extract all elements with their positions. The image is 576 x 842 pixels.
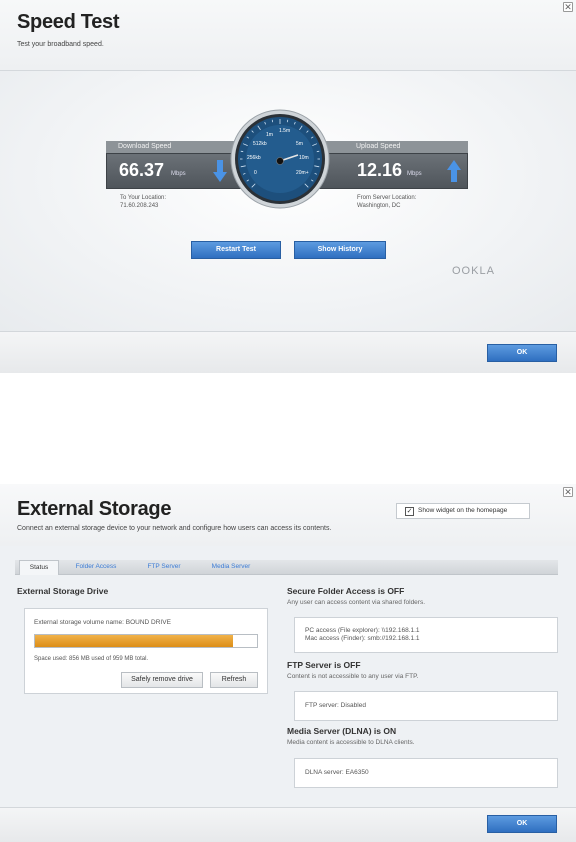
media-heading: Media Server (DLNA) is ON (287, 726, 396, 736)
download-meter: Download Speed 66.37 Mbps (106, 141, 242, 189)
ok-button[interactable]: OK (487, 344, 557, 362)
tab-media-server[interactable]: Media Server (201, 560, 261, 574)
page-title: External Storage (17, 498, 171, 521)
tab-status[interactable]: Status (19, 560, 59, 575)
download-value: 66.37 (119, 160, 164, 181)
external-storage-footer: OK (0, 807, 576, 842)
speed-test-panel: Speed Test Test your broadband speed. ✕ … (0, 0, 576, 372)
gauge-tick-label: 512kb (253, 141, 267, 147)
upload-location-label: From Server Location: (357, 194, 416, 202)
tab-bar: Status Folder Access FTP Server Media Se… (15, 560, 558, 575)
upload-label: Upload Speed (318, 141, 468, 153)
download-unit: Mbps (171, 171, 186, 177)
secure-folder-heading: Secure Folder Access is OFF (287, 586, 404, 596)
gauge-tick-label: 1.5m (279, 128, 290, 134)
dlna-server-text: DLNA server: EA6350 (305, 769, 369, 776)
page-subtitle: Connect an external storage device to yo… (17, 525, 331, 532)
speed-test-body: Download Speed 66.37 Mbps To Your Locati… (0, 71, 576, 331)
safely-remove-drive-button[interactable]: Safely remove drive (121, 672, 203, 688)
page-subtitle: Test your broadband speed. (17, 41, 104, 48)
gauge-tick-label: 5m (296, 141, 303, 147)
ftp-box: FTP server: Disabled (294, 691, 558, 721)
show-widget-label: Show widget on the homepage (418, 504, 507, 518)
external-storage-header: External Storage Connect an external sto… (0, 484, 576, 546)
page-title: Speed Test (17, 11, 119, 34)
mac-access-text: Mac access (Finder): smb://192.168.1.1 (305, 635, 420, 642)
gauge-tick-label: 10m (299, 155, 309, 161)
storage-progress-bar (34, 634, 258, 648)
drive-heading: External Storage Drive (17, 586, 108, 596)
upload-readout: 12.16 Mbps (318, 153, 468, 189)
show-widget-option[interactable]: ✓ Show widget on the homepage (396, 503, 530, 519)
pc-access-text: PC access (File explorer): \\192.168.1.1 (305, 627, 420, 634)
drive-info-box: External storage volume name: BOUND DRIV… (24, 608, 268, 694)
upload-unit: Mbps (407, 171, 422, 177)
download-location-value: 71.60.208.243 (120, 202, 166, 210)
ftp-heading: FTP Server is OFF (287, 660, 361, 670)
volume-name-text: External storage volume name: BOUND DRIV… (34, 619, 171, 626)
upload-location-value: Washington, DC (357, 202, 416, 210)
gauge-tick-label: 20m+ (296, 170, 309, 176)
close-icon[interactable]: ✕ (563, 2, 573, 12)
external-storage-panel: External Storage Connect an external sto… (0, 484, 576, 841)
download-location: To Your Location: 71.60.208.243 (120, 194, 166, 210)
restart-test-button[interactable]: Restart Test (191, 241, 281, 259)
upload-meter: Upload Speed 12.16 Mbps (318, 141, 468, 189)
tab-folder-access[interactable]: Folder Access (65, 560, 127, 574)
arrow-up-icon (447, 160, 461, 187)
tab-ftp-server[interactable]: FTP Server (135, 560, 193, 574)
media-box: DLNA server: EA6350 (294, 758, 558, 788)
secure-folder-box: PC access (File explorer): \\192.168.1.1… (294, 617, 558, 653)
refresh-button[interactable]: Refresh (210, 672, 258, 688)
ftp-server-text: FTP server: Disabled (305, 702, 366, 709)
speed-test-footer: OK (0, 331, 576, 373)
upload-location: From Server Location: Washington, DC (357, 194, 416, 210)
gauge-tick-label: 0 (254, 170, 257, 176)
space-used-text: Space used: 856 MB used of 959 MB total. (34, 656, 148, 662)
ookla-logo: OOKLA (452, 265, 495, 277)
download-readout: 66.37 Mbps (106, 153, 242, 189)
speed-gauge: 0 256kb 512kb 1m 1.5m 5m 10m 20m+ (230, 109, 330, 209)
speed-test-header: Speed Test Test your broadband speed. ✕ (0, 0, 576, 71)
ok-button[interactable]: OK (487, 815, 557, 833)
secure-folder-sub: Any user can access content via shared f… (287, 599, 425, 606)
checkbox-checked-icon[interactable]: ✓ (405, 507, 414, 516)
upload-value: 12.16 (357, 160, 402, 181)
ftp-sub: Content is not accessible to any user vi… (287, 673, 418, 680)
arrow-down-icon (213, 160, 227, 187)
gauge-tick-label: 256kb (247, 155, 261, 161)
gauge-tick-label: 1m (266, 132, 273, 138)
show-history-button[interactable]: Show History (294, 241, 386, 259)
download-label: Download Speed (106, 141, 242, 153)
download-location-label: To Your Location: (120, 194, 166, 202)
media-sub: Media content is accessible to DLNA clie… (287, 739, 415, 746)
storage-progress-fill (35, 635, 233, 647)
close-icon[interactable]: ✕ (563, 487, 573, 497)
